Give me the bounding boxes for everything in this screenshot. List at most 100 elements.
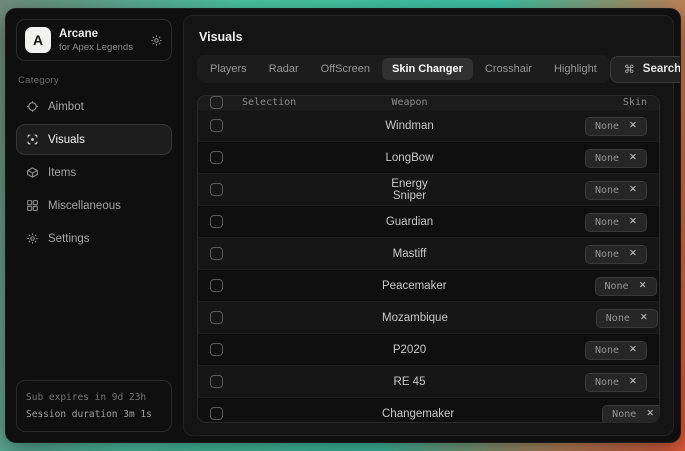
weapon-name: Windman bbox=[382, 120, 497, 132]
clear-skin-icon[interactable]: ✕ bbox=[629, 217, 637, 227]
row-checkbox[interactable] bbox=[210, 119, 223, 132]
skin-cell: None ✕ bbox=[497, 116, 647, 136]
skin-value: None bbox=[595, 153, 619, 164]
skin-cell: None ✕ bbox=[497, 148, 647, 168]
skin-select[interactable]: None ✕ bbox=[585, 117, 647, 136]
clear-skin-icon[interactable]: ✕ bbox=[640, 313, 648, 323]
brand-card: A Arcane for Apex Legends bbox=[16, 19, 172, 61]
command-icon: ⌘ bbox=[624, 63, 635, 76]
subscription-card: Sub expires in 9d 23h Session duration 3… bbox=[16, 380, 172, 432]
select-all-checkbox[interactable] bbox=[210, 96, 223, 109]
skin-select[interactable]: None ✕ bbox=[585, 341, 647, 360]
table-row: Energy Sniper None ✕ bbox=[198, 173, 659, 205]
skin-select[interactable]: None ✕ bbox=[595, 277, 657, 296]
sidebar-item-settings[interactable]: Settings bbox=[16, 223, 172, 254]
skin-select[interactable]: None ✕ bbox=[596, 309, 658, 328]
tab-offscreen[interactable]: OffScreen bbox=[311, 58, 380, 80]
clear-skin-icon[interactable]: ✕ bbox=[629, 377, 637, 387]
weapon-name: Mastiff bbox=[382, 248, 497, 260]
weapon-name: Mozambique bbox=[382, 312, 508, 324]
skin-cell: None ✕ bbox=[514, 404, 660, 424]
clear-skin-icon[interactable]: ✕ bbox=[629, 121, 637, 131]
skin-value: None bbox=[595, 249, 619, 260]
tab-skin-changer[interactable]: Skin Changer bbox=[382, 58, 473, 80]
skin-select[interactable]: None ✕ bbox=[585, 213, 647, 232]
tab-highlight[interactable]: Highlight bbox=[544, 58, 607, 80]
clear-skin-icon[interactable]: ✕ bbox=[629, 185, 637, 195]
row-checkbox[interactable] bbox=[210, 279, 223, 292]
skin-cell: None ✕ bbox=[497, 180, 647, 200]
skin-select[interactable]: None ✕ bbox=[585, 149, 647, 168]
sidebar-item-items[interactable]: Items bbox=[16, 157, 172, 188]
brand-text: Arcane for Apex Legends bbox=[59, 28, 142, 53]
skin-cell: None ✕ bbox=[497, 372, 647, 392]
row-checkbox[interactable] bbox=[210, 151, 223, 164]
sidebar-item-label: Settings bbox=[48, 233, 90, 245]
skin-value: None bbox=[595, 217, 619, 228]
skin-cell: None ✕ bbox=[507, 276, 657, 296]
row-checkbox[interactable] bbox=[210, 247, 223, 260]
skin-select[interactable]: None ✕ bbox=[602, 405, 660, 424]
tab-crosshair[interactable]: Crosshair bbox=[475, 58, 542, 80]
page-title: Visuals bbox=[197, 26, 660, 46]
table-header: Selection Weapon Skin bbox=[198, 96, 659, 109]
skin-value: None bbox=[605, 281, 629, 292]
gear-icon bbox=[26, 232, 39, 245]
table-row: Windman None ✕ bbox=[198, 109, 659, 141]
app-subtitle: for Apex Legends bbox=[59, 42, 142, 53]
clear-skin-icon[interactable]: ✕ bbox=[629, 249, 637, 259]
tab-radar[interactable]: Radar bbox=[259, 58, 309, 80]
skin-select[interactable]: None ✕ bbox=[585, 245, 647, 264]
skin-cell: None ✕ bbox=[497, 212, 647, 232]
skin-table: Selection Weapon Skin Windman None ✕ Lon… bbox=[197, 95, 660, 423]
session-duration-text: Session duration 3m 1s bbox=[26, 406, 162, 423]
skin-value: None bbox=[595, 121, 619, 132]
sub-expiry-text: Sub expires in 9d 23h bbox=[26, 389, 162, 406]
sidebar-nav: Aimbot Visuals Items bbox=[16, 91, 172, 254]
skin-value: None bbox=[595, 377, 619, 388]
clear-skin-icon[interactable]: ✕ bbox=[646, 409, 654, 419]
table-row: Mastiff None ✕ bbox=[198, 237, 659, 269]
skin-select[interactable]: None ✕ bbox=[585, 373, 647, 392]
app-logo: A bbox=[25, 27, 51, 53]
skin-value: None bbox=[612, 409, 636, 420]
clear-skin-icon[interactable]: ✕ bbox=[629, 345, 637, 355]
table-row: Peacemaker None ✕ bbox=[198, 269, 659, 301]
skin-cell: None ✕ bbox=[497, 340, 647, 360]
weapon-name: LongBow bbox=[382, 152, 497, 164]
category-label: Category bbox=[18, 75, 170, 86]
weapon-name: RE 45 bbox=[382, 376, 497, 388]
search-button[interactable]: ⌘ Search bbox=[610, 56, 681, 83]
weapon-name: Guardian bbox=[382, 216, 497, 228]
skin-value: None bbox=[606, 313, 630, 324]
header-skin: Skin bbox=[497, 97, 647, 108]
skin-select[interactable]: None ✕ bbox=[585, 181, 647, 200]
sidebar-item-label: Aimbot bbox=[48, 101, 84, 113]
row-checkbox[interactable] bbox=[210, 311, 223, 324]
row-checkbox[interactable] bbox=[210, 183, 223, 196]
tab-strip: Players Radar OffScreen Skin Changer Cro… bbox=[197, 55, 610, 83]
main-panel: Visuals Players Radar OffScreen Skin Cha… bbox=[183, 15, 674, 436]
sidebar-item-aimbot[interactable]: Aimbot bbox=[16, 91, 172, 122]
skin-cell: None ✕ bbox=[497, 244, 647, 264]
brand-settings-icon[interactable] bbox=[150, 34, 163, 47]
row-checkbox[interactable] bbox=[210, 215, 223, 228]
row-checkbox[interactable] bbox=[210, 343, 223, 356]
weapon-name: P2020 bbox=[382, 344, 497, 356]
table-row: Mozambique None ✕ bbox=[198, 301, 659, 333]
sidebar-item-visuals[interactable]: Visuals bbox=[16, 124, 172, 155]
sidebar-item-miscellaneous[interactable]: Miscellaneous bbox=[16, 190, 172, 221]
sidebar-item-label: Visuals bbox=[48, 134, 85, 146]
sidebar-item-label: Miscellaneous bbox=[48, 200, 121, 212]
scan-eye-icon bbox=[26, 133, 39, 146]
header-selection: Selection bbox=[242, 97, 382, 108]
table-row: RE 45 None ✕ bbox=[198, 365, 659, 397]
grid-icon bbox=[26, 199, 39, 212]
row-checkbox[interactable] bbox=[210, 407, 223, 420]
clear-skin-icon[interactable]: ✕ bbox=[639, 281, 647, 291]
row-checkbox[interactable] bbox=[210, 375, 223, 388]
table-body: Windman None ✕ LongBow None ✕ Energy Sni… bbox=[198, 109, 659, 423]
clear-skin-icon[interactable]: ✕ bbox=[629, 153, 637, 163]
tab-players[interactable]: Players bbox=[200, 58, 257, 80]
skin-value: None bbox=[595, 345, 619, 356]
